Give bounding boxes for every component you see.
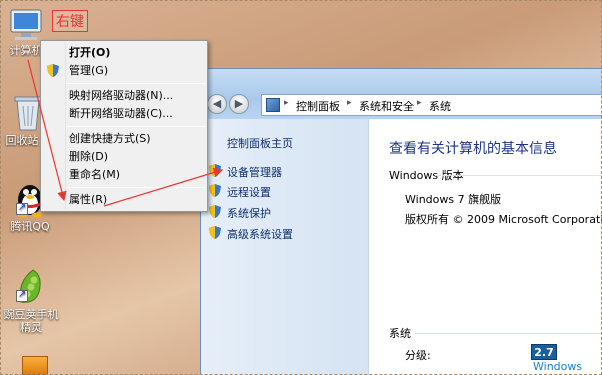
section-divider [435, 175, 602, 176]
shield-icon [209, 205, 221, 218]
windows-experience-index-badge[interactable]: 2.7Windows [531, 344, 602, 373]
desktop-icon-label: 回收站 [5, 134, 39, 147]
breadcrumb-system[interactable]: 系统 [429, 98, 451, 114]
copyright-text: 版权所有 © 2009 Microsoft Corporation。 [405, 213, 602, 226]
partial-desktop-icon [22, 356, 48, 375]
advanced-system-settings-link[interactable]: 高级系统设置 [227, 226, 293, 242]
breadcrumb-system-security[interactable]: 系统和安全 [359, 98, 414, 114]
rating-score: 2.7 [531, 344, 557, 360]
desktop: 计算机 回收站 腾讯QQ 豌豆荚手机精灵 右键 [0, 0, 602, 375]
control-panel-icon [266, 98, 280, 112]
system-section-title: 系统 [389, 327, 411, 340]
back-button[interactable]: ◀ [207, 94, 227, 114]
page-title: 查看有关计算机的基本信息 [389, 141, 557, 157]
menu-separator [67, 83, 205, 84]
desktop-icon-label: 腾讯QQ [10, 220, 50, 233]
system-protection-link[interactable]: 系统保护 [227, 205, 271, 221]
recycle-bin-icon [14, 96, 42, 131]
context-menu: 打开(O) 管理(G) 映射网络驱动器(N)... 断开网络驱动器(C)... … [40, 40, 208, 212]
remote-settings-link[interactable]: 远程设置 [227, 184, 271, 200]
menu-item-properties[interactable]: 属性(R) [43, 191, 205, 209]
menu-separator [67, 126, 205, 127]
shield-icon [209, 184, 221, 197]
section-divider [415, 333, 602, 334]
shortcut-arrow-icon [16, 289, 28, 302]
menu-item-open[interactable]: 打开(O) [43, 44, 205, 62]
menu-item-create-shortcut[interactable]: 创建快捷方式(S) [43, 130, 205, 148]
system-window: ◀ ▶ ▸ 控制面板 ▸ 系统和安全 ▸ 系统 控制面板主页 设备管理器 远程设… [200, 68, 602, 375]
menu-separator [67, 187, 205, 188]
breadcrumb-separator-icon: ▸ [284, 98, 289, 108]
desktop-icon-wandoujia[interactable]: 豌豆荚手机精灵 [0, 266, 62, 334]
device-manager-link[interactable]: 设备管理器 [227, 164, 282, 180]
shield-icon [209, 226, 221, 239]
rating-text: Windows [533, 360, 583, 373]
window-sidebar: 控制面板主页 设备管理器 远程设置 系统保护 高级系统设置 [201, 119, 369, 375]
breadcrumb-separator-icon: ▸ [417, 98, 422, 108]
address-bar[interactable]: ▸ 控制面板 ▸ 系统和安全 ▸ 系统 [261, 94, 602, 116]
shield-icon [209, 164, 221, 177]
menu-item-map-network-drive[interactable]: 映射网络驱动器(N)... [43, 87, 205, 105]
annotation-label: 右键 [52, 10, 88, 32]
control-panel-home-link[interactable]: 控制面板主页 [227, 135, 293, 151]
shortcut-arrow-icon [16, 202, 28, 215]
menu-item-delete[interactable]: 删除(D) [43, 148, 205, 166]
rating-label: 分级: [405, 349, 431, 362]
windows-edition-value: Windows 7 旗舰版 [405, 193, 502, 206]
window-content: 查看有关计算机的基本信息 Windows 版本 Windows 7 旗舰版 版权… [369, 119, 602, 375]
menu-item-rename[interactable]: 重命名(M) [43, 166, 205, 184]
forward-button[interactable]: ▶ [229, 94, 249, 114]
breadcrumb-control-panel[interactable]: 控制面板 [296, 98, 340, 114]
computer-icon [10, 9, 42, 40]
desktop-icon-label: 豌豆荚手机精灵 [3, 308, 59, 334]
menu-item-disconnect-network-drive[interactable]: 断开网络驱动器(C)... [43, 105, 205, 123]
breadcrumb-separator-icon: ▸ [347, 98, 352, 108]
window-titlebar: ◀ ▶ ▸ 控制面板 ▸ 系统和安全 ▸ 系统 [201, 69, 602, 119]
menu-item-manage[interactable]: 管理(G) [43, 62, 205, 80]
